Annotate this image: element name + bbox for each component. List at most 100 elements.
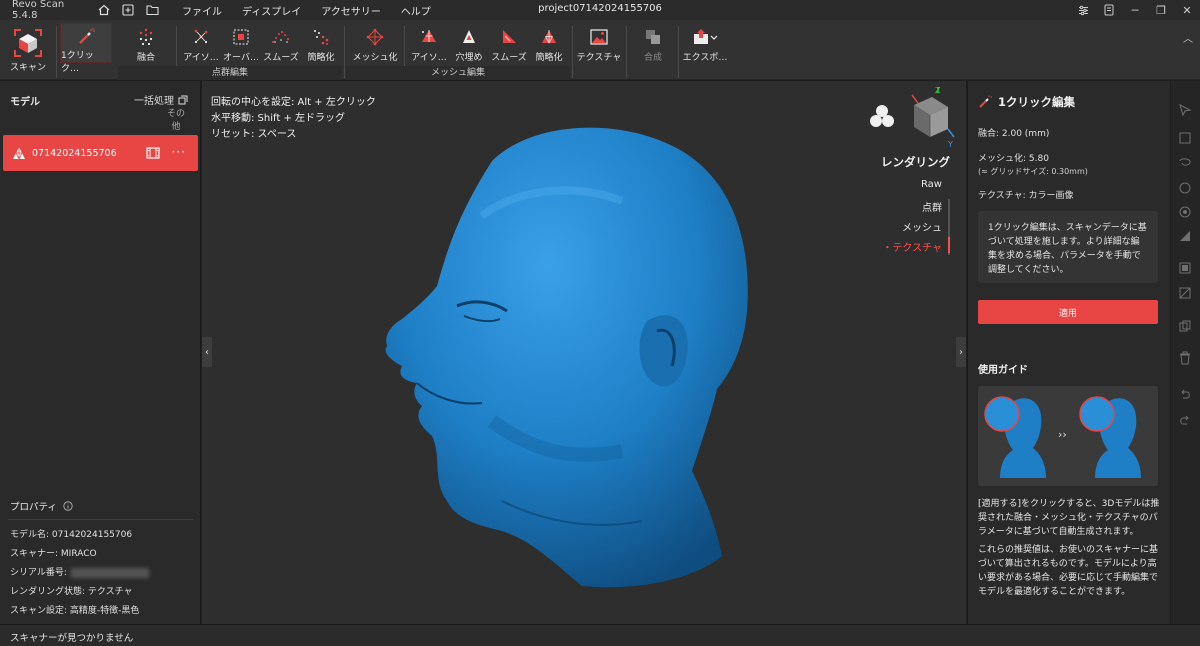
rendering-title: レンダリング [881,155,950,169]
circle-select-icon[interactable] [1178,181,1192,195]
smooth-pc-label: スムーズ [263,53,299,63]
overlap-button[interactable]: オーバ… [222,22,260,66]
prop-label: スキャン設定: [10,606,68,616]
menu-file[interactable]: ファイル [182,3,222,18]
menu-help[interactable]: ヘルプ [401,3,431,18]
export-icon [692,26,718,48]
rectangle-select-icon[interactable] [1178,131,1192,145]
panel-title: 1クリック編集 [978,94,1075,110]
view-orientation-cube[interactable]: Z Y [866,85,956,153]
info-icon[interactable] [63,501,73,511]
collapse-right-panel-button[interactable]: › [956,337,966,367]
batch-icon [178,95,188,104]
window-controls: ─ ❐ ✕ [1070,0,1200,20]
render-option-raw[interactable]: Raw [921,179,942,190]
magic-wand-icon [77,28,95,46]
title-bar: Revo Scan 5.4.8 ファイル ディスプレイ アクセサリー ヘルプ p… [0,0,1200,21]
prop-scan-settings: スキャン設定: 高精度-特徴-黒色 [10,603,139,616]
texture-label: テクスチャ [576,53,622,63]
meshing-button[interactable]: メッシュ化 [352,22,398,66]
one-click-edit-button[interactable]: 1クリック… [60,23,112,74]
svg-text:Z: Z [935,86,941,95]
collapse-left-panel-button[interactable]: ‹ [202,337,212,367]
3d-viewport[interactable]: 回転の中心を設定: Alt + 左クリック 水平移動: Shift + 左ドラッ… [202,81,966,624]
simplify-pc-button[interactable]: 簡略化 [302,22,340,66]
new-project-icon[interactable] [121,3,135,17]
one-click-edit-panel: 1クリック編集 融合: 2.00 (mm) メッシュ化: 5.80 (≈ グリッ… [967,81,1170,624]
isolate-pc-button[interactable]: アイソ… [182,22,220,66]
menu-display[interactable]: ディスプレイ [242,3,301,18]
menu-accessory[interactable]: アクセサリー [321,3,381,18]
close-icon[interactable]: ✕ [1174,0,1200,20]
simplify-mesh-button[interactable]: 簡略化 [530,22,568,66]
description-box: 1クリック編集は、スキャンデータに基づいて処理を施します。より詳細な編集を求める… [978,211,1158,283]
apply-button[interactable]: 適用 [978,300,1158,324]
film-icon[interactable] [146,146,160,160]
scanned-head-model[interactable] [372,121,762,601]
isolate-mesh-button[interactable]: アイソ… [410,22,448,66]
smooth-pc-button[interactable]: スムーズ [262,22,300,66]
scan-button[interactable]: スキャン [4,22,52,73]
texture-button[interactable]: テクスチャ [576,22,622,66]
svg-text:››: ›› [1058,428,1067,441]
prop-label: レンダリング状態: [10,587,86,597]
panel-title-text: 1クリック編集 [998,95,1076,109]
svg-text:Y: Y [947,140,953,149]
delete-icon[interactable] [1178,351,1192,365]
lasso-select-icon[interactable] [1178,157,1192,171]
merge-label: 合成 [643,53,662,63]
toolbar-separator [626,26,627,78]
smooth-mesh-button[interactable]: スムーズ [490,22,528,66]
collapse-toolbar-button[interactable]: ︿ [1180,30,1196,74]
fill-holes-button[interactable]: 穴埋め [450,22,488,66]
chevron-right-icon: › [959,346,963,358]
undo-icon[interactable] [1178,387,1192,401]
restore-icon[interactable]: ❐ [1148,0,1174,20]
batch-process-button[interactable]: 一括処理 [134,92,188,107]
batch-process-label: 一括処理 [134,96,174,107]
select-all-icon[interactable] [1178,261,1192,275]
redo-icon[interactable] [1178,413,1192,427]
project-title: project07142024155706 [538,3,662,14]
hint-reset: リセット: スペース [211,129,297,140]
prop-value: 高精度-特徴-黒色 [69,606,140,616]
chevron-up-icon: ︿ [1183,34,1193,45]
meshing-label: メッシュ化 [352,53,398,63]
smooth-points-icon [271,26,291,48]
model-list-item[interactable]: 07142024155706 ··· [3,135,198,171]
smooth-mesh-label: スムーズ [491,53,527,63]
fuse-label: 融合 [136,53,155,63]
plane-cut-icon[interactable] [1178,229,1192,243]
properties-title: プロパティ [10,499,73,513]
other-label[interactable]: その他 [166,108,186,134]
merge-button[interactable]: 合成 [634,22,672,66]
select-tool-icon[interactable] [1178,103,1192,117]
fill-holes-icon [460,26,478,48]
export-button[interactable]: エクスポ… [682,22,728,66]
fuse-button[interactable]: 融合 [128,22,164,66]
display-mode-icon[interactable] [870,105,894,127]
invert-selection-icon[interactable] [1178,286,1192,300]
prop-value: MIRACO [60,549,97,559]
brush-select-icon[interactable] [1178,205,1192,219]
minimize-icon[interactable]: ─ [1122,0,1148,20]
overlap-icon [232,26,250,48]
render-option-pointcloud[interactable]: 点群 [922,199,942,214]
divider [8,519,193,520]
copy-icon[interactable] [1178,319,1192,333]
meshing-value: メッシュ化: 5.80 [978,154,1049,164]
folder-icon[interactable] [145,3,159,17]
render-selector-track [948,199,950,255]
render-option-mesh[interactable]: メッシュ [902,219,942,234]
home-icon[interactable] [97,3,111,17]
render-option-texture[interactable]: ・テクスチャ [882,239,942,254]
notes-icon[interactable] [1096,0,1122,20]
prop-render-state: レンダリング状態: テクスチャ [10,584,133,597]
smooth-mesh-icon [500,26,518,48]
magic-wand-icon [979,95,992,108]
status-bar: スキャナーが見つかりません [0,624,1200,646]
grid-size-value: (≈ グリッドサイズ: 0.30mm) [978,167,1088,176]
simplify-points-icon [312,26,330,48]
settings-sliders-icon[interactable] [1070,0,1096,20]
more-options-icon[interactable]: ··· [172,145,186,159]
